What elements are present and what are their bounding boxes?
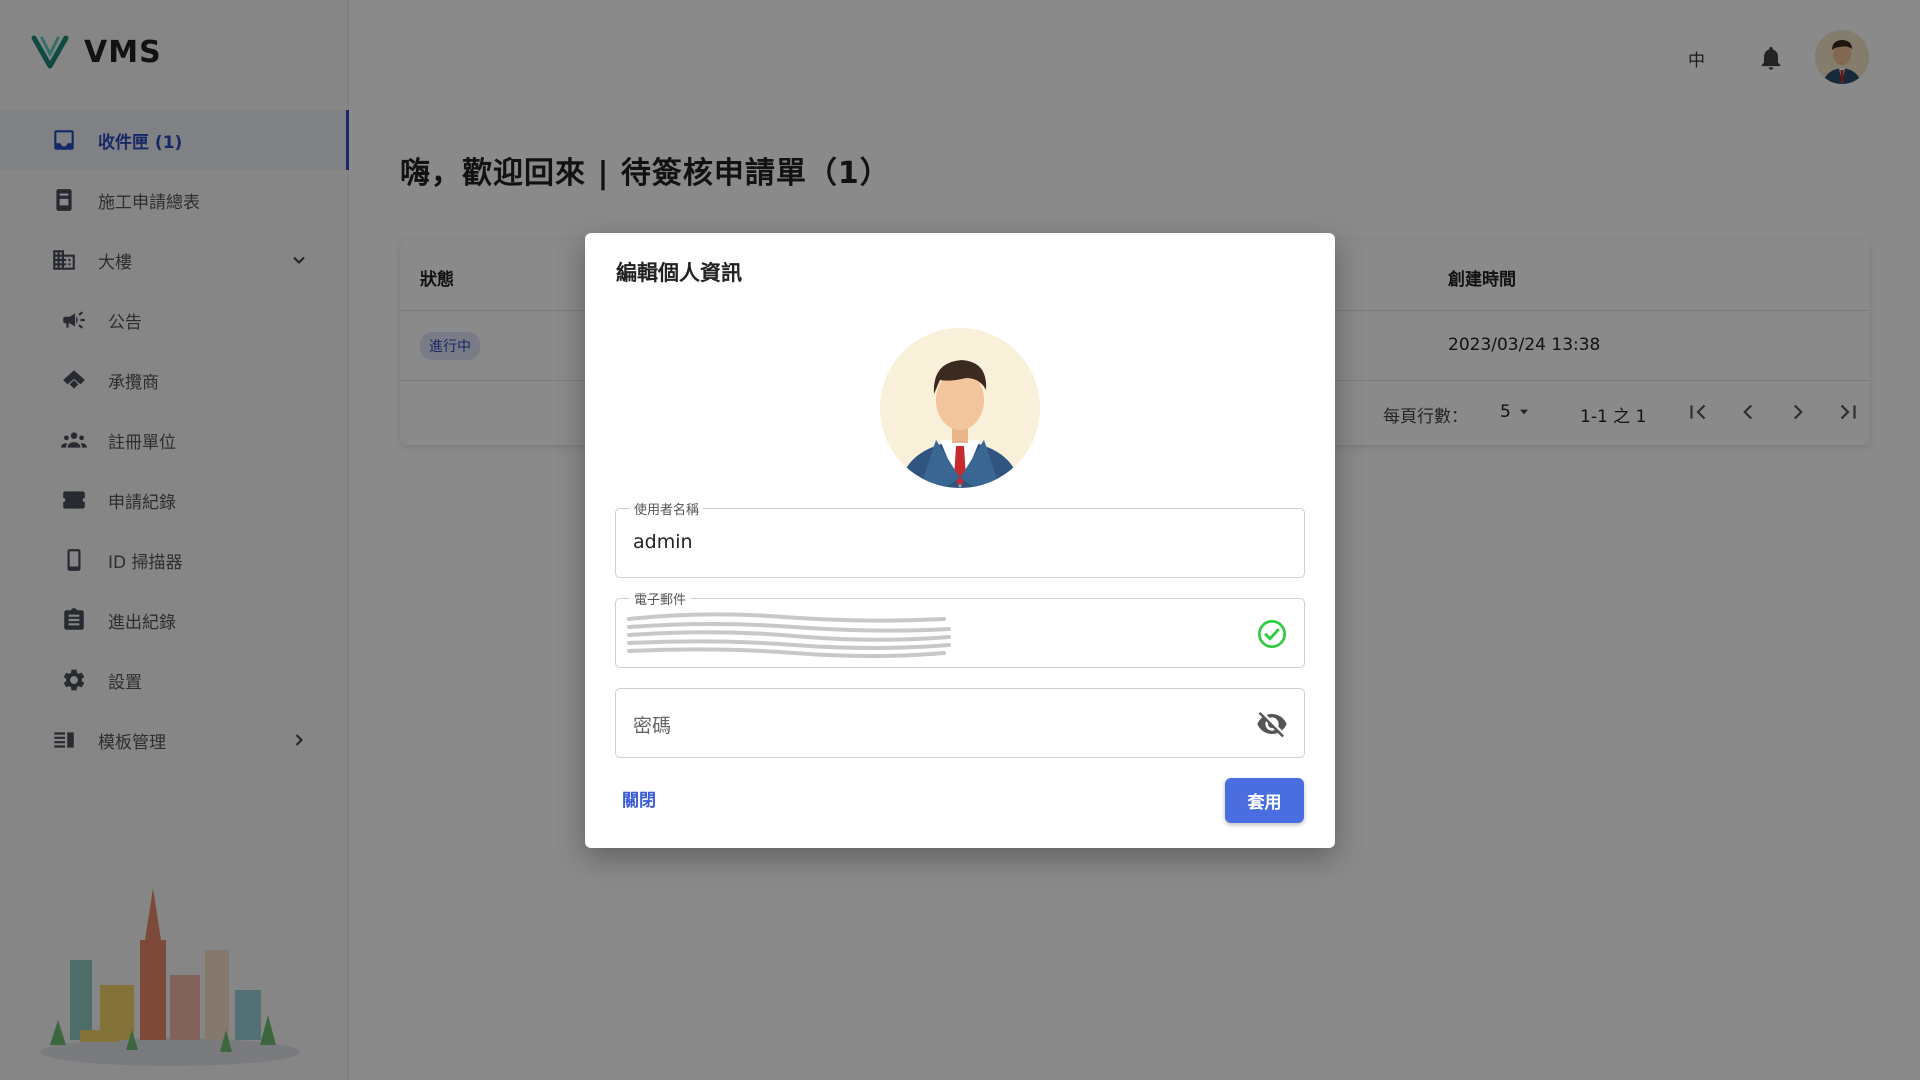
username-value: admin [633, 531, 693, 553]
password-placeholder: 密碼 [633, 715, 672, 737]
check-circle-icon [1258, 620, 1286, 648]
close-button[interactable]: 關閉 [622, 786, 656, 811]
username-field[interactable]: 使用者名稱 admin [615, 499, 1305, 578]
email-label: 電子郵件 [630, 589, 691, 608]
profile-avatar[interactable] [880, 328, 1040, 488]
email-field[interactable]: 電子郵件 [615, 589, 1305, 668]
edit-profile-dialog: 編輯個人資訊 使用者名稱 admin 電子郵件 密碼 關閉 套用 [585, 233, 1335, 848]
password-field[interactable]: 密碼 [615, 688, 1305, 758]
visibility-off-icon[interactable] [1256, 708, 1288, 740]
redacted-email-scribble [627, 612, 951, 658]
apply-button[interactable]: 套用 [1225, 778, 1304, 823]
dialog-title: 編輯個人資訊 [616, 261, 742, 285]
username-label: 使用者名稱 [630, 499, 704, 518]
